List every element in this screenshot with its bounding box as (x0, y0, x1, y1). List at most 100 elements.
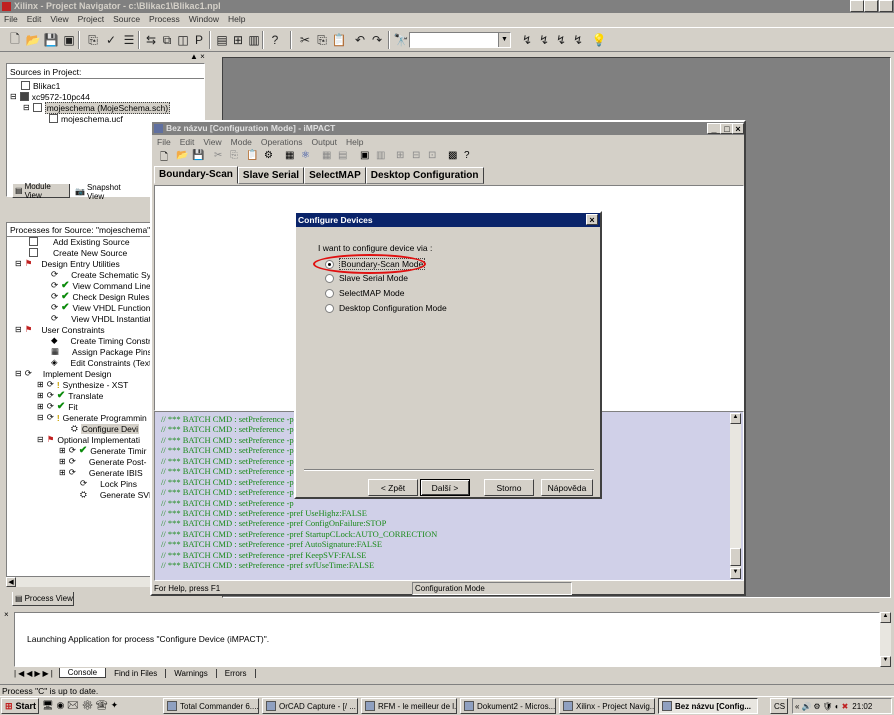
process-item[interactable]: ⊟ ⚑ User Constraints (15, 324, 105, 335)
radio-selectmap[interactable]: SelectMAP Mode (325, 288, 405, 298)
tree-item-ucf[interactable]: mojeschema.ucf (49, 113, 123, 124)
tree-item-project[interactable]: Blikac1 (21, 80, 60, 91)
log-vertical-scrollbar[interactable]: ▲ ▼ (730, 413, 741, 579)
main-titlebar[interactable]: Xilinx - Project Navigator - c:\Blikac1\… (0, 0, 894, 13)
desktop-icon[interactable]: 🖥 (42, 700, 56, 710)
radio-slave-serial[interactable]: Slave Serial Mode (325, 273, 408, 283)
zoom-out-icon[interactable]: ⊟ (412, 150, 420, 161)
process-item[interactable]: ⟳ Lock Pins (80, 478, 137, 489)
paste-icon[interactable]: 📋 (246, 150, 258, 161)
lightbulb-icon[interactable]: 💡 (588, 30, 610, 50)
paste-icon[interactable]: 📋 (328, 30, 350, 50)
browser-icon[interactable]: ◉ (56, 700, 67, 710)
tab-module-view[interactable]: ▤ Module View (12, 182, 70, 200)
tab-selectmap[interactable]: SelectMAP (304, 167, 366, 184)
process-item[interactable]: ⊞ ⟳! Synthesize - XST (37, 379, 128, 390)
panel-close-icon[interactable]: × (4, 610, 9, 619)
taskbar-item[interactable]: Xilinx - Project Navig... (559, 698, 655, 714)
minimize-button[interactable]: _ (850, 0, 864, 12)
tab-process-view[interactable]: ▤ Process View (12, 592, 74, 606)
process-item[interactable]: ⊞ ⟳ ✔ Generate Timir (59, 445, 146, 456)
process-item[interactable]: ◆ Create Timing Constra (51, 335, 156, 346)
tab-slave-serial[interactable]: Slave Serial (237, 167, 305, 184)
chevron-down-icon[interactable]: ▼ (498, 33, 510, 47)
minimize-button[interactable]: _ (707, 123, 721, 134)
process-item[interactable]: ⊟ ⟳ Implement Design (15, 368, 111, 379)
process-item[interactable]: ⊟ ⚑ Design Entry Utilities (15, 258, 120, 269)
radio-desktop-configuration[interactable]: Desktop Configuration Mode (325, 303, 447, 313)
tray-icon[interactable]: ⚙ (813, 702, 820, 711)
cancel-button[interactable]: Storno (484, 479, 534, 496)
properties-icon[interactable]: P (188, 30, 210, 50)
menu-operations[interactable]: Operations (261, 137, 303, 147)
menu-window[interactable]: Window (189, 14, 219, 27)
menu-project[interactable]: Project (78, 14, 104, 27)
taskbar-item[interactable]: Total Commander 6.... (163, 698, 259, 714)
app-icon[interactable]: ⚙ (82, 700, 96, 710)
process-item[interactable]: ▦ Assign Package Pins (51, 346, 152, 357)
tray-icon[interactable]: « (795, 702, 799, 711)
language-indicator[interactable]: CS (770, 698, 788, 714)
clear-bookmark-icon[interactable]: ↯ (567, 30, 589, 50)
tab-find-in-files[interactable]: Find in Files (106, 668, 167, 678)
tray-icon[interactable]: ◐ (835, 702, 840, 711)
bookmark-icon[interactable]: ▩ (448, 150, 457, 161)
dialog-titlebar[interactable]: Configure Devices × (296, 213, 600, 227)
initialize-chain-icon[interactable]: ⚛ (301, 150, 310, 161)
find-combo[interactable]: ▼ (409, 32, 511, 48)
tab-snapshot-view[interactable]: 📷 Snapshot View (73, 183, 135, 201)
radio-button[interactable] (325, 303, 334, 313)
taskbar-item[interactable]: Dokument2 - Micros... (460, 698, 556, 714)
help-pointer-icon[interactable]: ? (264, 30, 286, 50)
process-item[interactable]: Add Existing Source (29, 236, 130, 247)
taskbar-item-active[interactable]: Bez názvu [Config... (658, 698, 758, 714)
chain-icon[interactable]: ▦ (285, 150, 294, 161)
process-item[interactable]: ⟳ ✔ Check Design Rules (51, 291, 150, 302)
close-button[interactable]: × (879, 0, 893, 12)
menu-source[interactable]: Source (113, 14, 140, 27)
help-button[interactable]: Nápověda (541, 479, 593, 496)
menu-file[interactable]: File (4, 14, 18, 27)
close-button[interactable]: × (586, 214, 598, 225)
tab-nav-icon[interactable]: |◀◀▶▶| (14, 669, 55, 678)
menu-mode[interactable]: Mode (231, 137, 252, 147)
process-item[interactable]: ⊞ ⟳ Generate IBIS (59, 467, 143, 478)
process-item[interactable]: ⊟ ⚑ Optional Implementati (37, 434, 140, 445)
menu-help[interactable]: Help (228, 14, 245, 27)
tray-icon[interactable]: ✖ (842, 702, 849, 711)
tab-warnings[interactable]: Warnings (166, 668, 217, 678)
next-button[interactable]: Další > (420, 479, 470, 496)
menu-help[interactable]: Help (346, 137, 363, 147)
process-item[interactable]: ⊞ ⟳ ✔ Fit (37, 401, 78, 412)
copy-icon[interactable]: ⎘ (230, 150, 238, 161)
tab-console[interactable]: Console (58, 668, 107, 678)
chip-icon[interactable]: ▣ (360, 150, 369, 161)
menu-view[interactable]: View (50, 14, 68, 27)
impact-titlebar[interactable]: Bez názvu [Configuration Mode] - iMPACT … (152, 122, 744, 135)
tree-item-device[interactable]: ⊟ xc9572-10pc44 (10, 91, 90, 102)
process-item[interactable]: ⛭ Generate SVF/ (80, 489, 157, 500)
radio-button[interactable] (325, 288, 334, 298)
tab-errors[interactable]: Errors (217, 668, 256, 678)
process-item[interactable]: ◈ Edit Constraints (Text (51, 357, 151, 368)
panel-close-icon[interactable]: ▲ × (190, 52, 205, 61)
redo-icon[interactable]: ↷ (366, 30, 388, 50)
tray-icon[interactable]: 🔊 (801, 702, 811, 711)
menu-edit[interactable]: Edit (27, 14, 42, 27)
app-icon[interactable]: ☎ (96, 700, 110, 710)
process-item[interactable]: ⊟ ⟳! Generate Programmin (37, 412, 147, 423)
taskbar-item[interactable]: OrCAD Capture - [/ ... (262, 698, 358, 714)
list-icon[interactable]: ☰ (118, 30, 140, 50)
start-button[interactable]: ⊞ Start (1, 698, 39, 714)
open-folder-icon[interactable]: 📂 (176, 150, 188, 161)
menu-edit[interactable]: Edit (180, 137, 195, 147)
close-button[interactable]: × (732, 123, 744, 134)
help-pointer-icon[interactable]: ? (464, 150, 470, 161)
tab-desktop-configuration[interactable]: Desktop Configuration (365, 167, 484, 184)
menu-file[interactable]: File (157, 137, 171, 147)
console-scrollbar[interactable]: ▲ ▼ (880, 612, 891, 667)
radio-button[interactable] (325, 273, 334, 283)
restore-button[interactable]: ▭ (864, 0, 878, 12)
process-item[interactable]: ⟳ View VHDL Instantiat (51, 313, 151, 324)
process-item[interactable]: ⟳ ✔ View Command Line I (51, 280, 156, 291)
